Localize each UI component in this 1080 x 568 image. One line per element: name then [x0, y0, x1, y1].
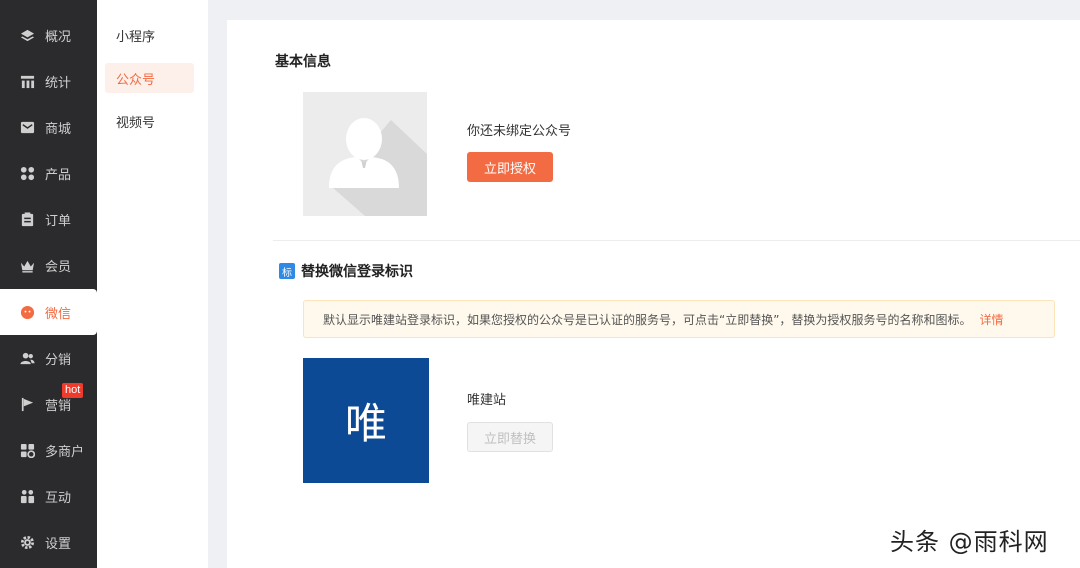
users-icon — [20, 351, 35, 366]
grid-icon — [20, 166, 35, 181]
site-logo: 唯 — [303, 358, 429, 483]
unbound-message: 你还未绑定公众号 — [467, 124, 572, 139]
crown-icon — [20, 258, 35, 273]
sidebar-item-wechat[interactable]: 微信 — [0, 289, 97, 335]
notice-text: 默认显示唯建站登录标识，如果您授权的公众号是已认证的服务号，可点击“立即替换”，… — [323, 312, 972, 327]
sidebar-item-members[interactable]: 会员 — [0, 242, 97, 288]
sidebar-item-overview[interactable]: 概况 — [0, 12, 97, 58]
gear-icon — [20, 535, 35, 550]
basic-info-title: 基本信息 — [275, 54, 331, 70]
sidebar-item-marketing[interactable]: 营销 hot — [0, 381, 97, 427]
sidebar-item-multi-merchant[interactable]: 多商户 — [0, 427, 97, 473]
submenu-item-official-account[interactable]: 公众号 — [105, 63, 194, 93]
sidebar-item-label: 会员 — [45, 259, 72, 275]
sidebar-item-label: 互动 — [45, 490, 72, 506]
sidebar-item-settings[interactable]: 设置 — [0, 519, 97, 565]
detail-link[interactable]: 详情 — [979, 311, 1003, 328]
main-panel: 基本信息 你还未绑定公众号 立即授权 标 替换微信登录标识 默认显示唯建站登录标… — [227, 20, 1080, 568]
clipboard-icon — [20, 211, 35, 227]
sidebar-item-label: 商城 — [45, 121, 72, 137]
account-avatar-placeholder — [303, 92, 427, 216]
sidebar-item-interaction[interactable]: 互动 — [0, 473, 97, 519]
submenu-item-video-account[interactable]: 视频号 — [105, 106, 194, 136]
sidebar-item-label: 统计 — [45, 75, 72, 91]
submenu: 小程序 公众号 视频号 — [97, 0, 208, 568]
submenu-item-mini-program[interactable]: 小程序 — [105, 20, 194, 50]
sidebar-item-label: 设置 — [45, 536, 72, 552]
layers-icon — [20, 28, 35, 43]
watermark: 头条 @雨科网 — [890, 528, 1049, 556]
tag-icon: 标 — [279, 263, 295, 279]
sidebar-item-mall[interactable]: 商城 — [0, 104, 97, 150]
authorize-button[interactable]: 立即授权 — [467, 152, 553, 182]
login-mark-notice: 默认显示唯建站登录标识，如果您授权的公众号是已认证的服务号，可点击“立即替换”，… — [303, 300, 1055, 338]
sidebar-item-label: 分销 — [45, 352, 72, 368]
mail-icon — [20, 120, 35, 135]
store-icon — [20, 443, 35, 458]
flag-icon — [20, 397, 35, 412]
login-mark-title-text: 替换微信登录标识 — [301, 264, 413, 280]
bar-chart-icon — [20, 74, 35, 89]
sidebar-item-label: 多商户 — [45, 444, 85, 460]
replace-button[interactable]: 立即替换 — [467, 422, 553, 452]
sidebar-item-products[interactable]: 产品 — [0, 150, 97, 196]
hot-badge: hot — [62, 383, 84, 398]
sidebar-item-orders[interactable]: 订单 — [0, 196, 97, 242]
user-placeholder-icon — [329, 118, 427, 216]
main-sidebar: 概况 统计 商城 产品 订单 会员 微信 分销 营销 hot 多商户 互动 设置 — [0, 0, 97, 568]
wechat-icon — [20, 305, 35, 320]
sidebar-item-label: 概况 — [45, 29, 72, 45]
sidebar-item-label: 订单 — [45, 213, 72, 229]
site-name: 唯建站 — [467, 393, 507, 408]
sidebar-item-label: 产品 — [45, 167, 72, 183]
login-mark-title: 标 替换微信登录标识 — [279, 261, 413, 281]
section-divider — [273, 240, 1080, 241]
sidebar-item-stats[interactable]: 统计 — [0, 58, 97, 104]
sidebar-item-label: 微信 — [45, 306, 72, 322]
interact-icon — [20, 489, 35, 504]
sidebar-item-distribution[interactable]: 分销 — [0, 335, 97, 381]
